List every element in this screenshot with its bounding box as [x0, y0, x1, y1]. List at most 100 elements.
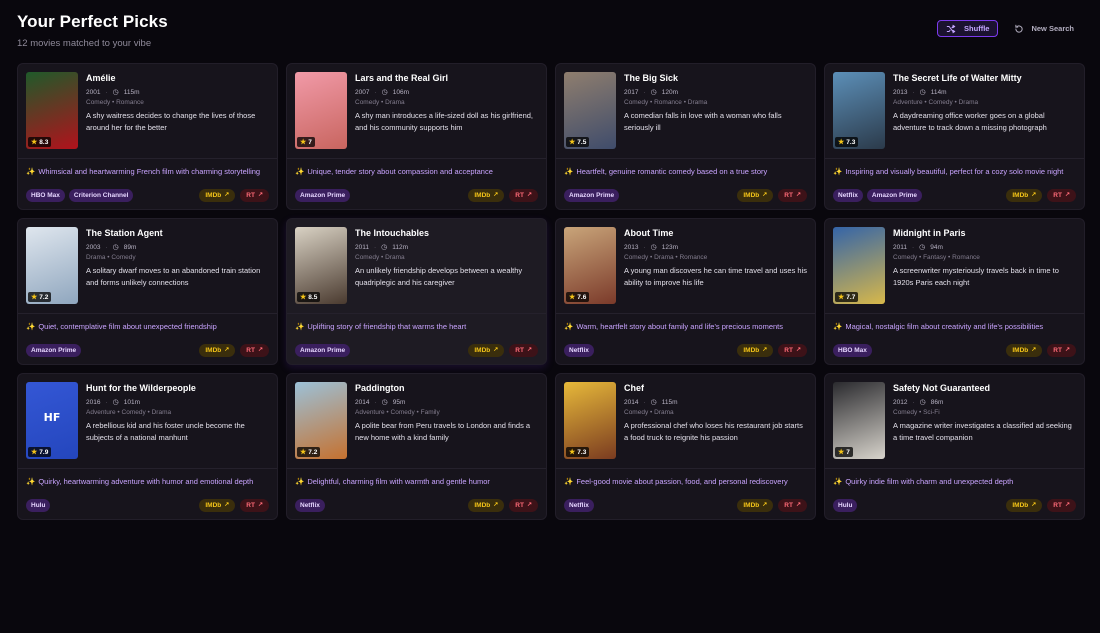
- sparkle-icon: ✨: [833, 322, 843, 331]
- platform-chips: Amazon Prime: [564, 189, 620, 202]
- movie-poster[interactable]: ★ 7.5: [564, 72, 616, 149]
- rt-link[interactable]: RT ↗: [240, 189, 269, 202]
- rt-link[interactable]: RT ↗: [1047, 344, 1076, 357]
- movie-poster[interactable]: ★ 7.7: [833, 227, 885, 304]
- star-icon: ★: [300, 139, 307, 146]
- imdb-link[interactable]: IMDb ↗: [1006, 189, 1043, 202]
- imdb-link[interactable]: IMDb ↗: [199, 499, 236, 512]
- imdb-link[interactable]: IMDb ↗: [468, 499, 505, 512]
- vibe-note: ✨ Warm, heartfelt story about family and …: [564, 322, 809, 331]
- platform-chip[interactable]: Netflix: [564, 344, 594, 357]
- shuffle-button[interactable]: Shuffle: [937, 20, 999, 37]
- platform-chip[interactable]: Amazon Prime: [866, 189, 923, 202]
- movie-year: 2012: [893, 398, 908, 406]
- star-icon: ★: [31, 139, 38, 146]
- rt-link[interactable]: RT ↗: [509, 189, 538, 202]
- imdb-link[interactable]: IMDb ↗: [468, 344, 505, 357]
- rt-link[interactable]: RT ↗: [778, 344, 807, 357]
- imdb-link[interactable]: IMDb ↗: [1006, 344, 1043, 357]
- movie-genres: Comedy • Fantasy • Romance: [893, 254, 980, 261]
- platform-chip[interactable]: Amazon Prime: [564, 189, 620, 202]
- movie-meta: 2012 · ◷ 86m: [893, 398, 1076, 407]
- rating-value: 7.3: [577, 448, 587, 456]
- movie-runtime: 95m: [392, 398, 406, 406]
- movie-card[interactable]: ★ 7.7 Midnight in Paris 2011 · ◷ 94m Com…: [824, 218, 1085, 365]
- movie-poster[interactable]: ★ 7.3: [564, 382, 616, 459]
- movie-runtime: 123m: [661, 243, 679, 251]
- movie-description: A magazine writer investigates a classif…: [893, 421, 1072, 442]
- star-icon: ★: [31, 449, 38, 456]
- sparkle-icon: ✨: [295, 477, 305, 486]
- rating-badge: ★ 7.2: [28, 292, 52, 302]
- platform-chip[interactable]: HBO Max: [833, 344, 872, 357]
- platform-chip[interactable]: Hulu: [833, 499, 858, 512]
- platform-chip[interactable]: HBO Max: [26, 189, 65, 202]
- rt-link[interactable]: RT ↗: [778, 189, 807, 202]
- platform-chip[interactable]: Criterion Channel: [68, 189, 134, 202]
- movie-card[interactable]: ★ 7.6 About Time 2013 · ◷ 123m Comedy • …: [555, 218, 816, 365]
- movie-poster[interactable]: ★ 7.2: [26, 227, 78, 304]
- movie-card[interactable]: ★ 7 Safety Not Guaranteed 2012 · ◷ 86m C…: [824, 373, 1085, 520]
- platform-chip[interactable]: Netflix: [564, 499, 594, 512]
- rating-badge: ★ 7.3: [835, 137, 859, 147]
- rating-badge: ★ 8.3: [28, 137, 52, 147]
- movie-card[interactable]: ★ 8.5 The Intouchables 2011 · ◷ 112m Com…: [286, 218, 547, 365]
- imdb-label: IMDb: [474, 192, 491, 199]
- platform-chip[interactable]: Netflix: [833, 189, 863, 202]
- rt-link[interactable]: RT ↗: [778, 499, 807, 512]
- rating-value: 7.2: [308, 448, 318, 456]
- platform-chip[interactable]: Hulu: [26, 499, 51, 512]
- movie-card[interactable]: ★ 7.2 The Station Agent 2003 · ◷ 89m Dra…: [17, 218, 278, 365]
- movie-poster[interactable]: ★ 7.3: [833, 72, 885, 149]
- platform-chips: HBO Max: [833, 344, 872, 357]
- rt-label: RT: [784, 347, 793, 354]
- imdb-link[interactable]: IMDb ↗: [1006, 499, 1043, 512]
- imdb-link[interactable]: IMDb ↗: [737, 344, 774, 357]
- imdb-label: IMDb: [1012, 502, 1029, 509]
- platform-chip[interactable]: Amazon Prime: [26, 344, 82, 357]
- vibe-text: Magical, nostalgic film about creativity…: [845, 322, 1044, 331]
- card-divider: [287, 158, 546, 159]
- movie-title: Paddington: [355, 383, 405, 393]
- external-links: IMDb ↗ RT ↗: [1006, 499, 1076, 512]
- vibe-text: Quiet, contemplative film about unexpect…: [38, 322, 217, 331]
- movie-poster[interactable]: HF ★ 7.9: [26, 382, 78, 459]
- new-search-button[interactable]: New Search: [1008, 20, 1080, 37]
- external-link-icon: ↗: [1064, 347, 1070, 353]
- platform-chip[interactable]: Netflix: [295, 499, 325, 512]
- rt-link[interactable]: RT ↗: [240, 499, 269, 512]
- imdb-link[interactable]: IMDb ↗: [737, 499, 774, 512]
- movie-poster[interactable]: ★ 7: [295, 72, 347, 149]
- movie-poster[interactable]: ★ 7.2: [295, 382, 347, 459]
- movie-poster[interactable]: ★ 7: [833, 382, 885, 459]
- rt-link[interactable]: RT ↗: [240, 344, 269, 357]
- rt-link[interactable]: RT ↗: [1047, 189, 1076, 202]
- movie-card[interactable]: ★ 7.3 The Secret Life of Walter Mitty 20…: [824, 63, 1085, 210]
- movie-card[interactable]: ★ 7 Lars and the Real Girl 2007 · ◷ 106m…: [286, 63, 547, 210]
- imdb-link[interactable]: IMDb ↗: [468, 189, 505, 202]
- imdb-link[interactable]: IMDb ↗: [737, 189, 774, 202]
- rt-link[interactable]: RT ↗: [509, 499, 538, 512]
- imdb-link[interactable]: IMDb ↗: [199, 189, 236, 202]
- clock-icon: ◷: [112, 399, 119, 406]
- movie-card[interactable]: ★ 8.3 Amélie 2001 · ◷ 115m Comedy • Roma…: [17, 63, 278, 210]
- movie-card[interactable]: ★ 7.5 The Big Sick 2017 · ◷ 120m Comedy …: [555, 63, 816, 210]
- platform-chip[interactable]: Amazon Prime: [295, 189, 351, 202]
- movie-poster[interactable]: ★ 8.5: [295, 227, 347, 304]
- rt-label: RT: [515, 192, 524, 199]
- movie-poster[interactable]: ★ 7.6: [564, 227, 616, 304]
- external-link-icon: ↗: [1031, 192, 1037, 198]
- rt-link[interactable]: RT ↗: [509, 344, 538, 357]
- movie-card[interactable]: ★ 7.3 Chef 2014 · ◷ 115m Comedy • Drama …: [555, 373, 816, 520]
- movie-genres: Drama • Comedy: [86, 254, 136, 261]
- imdb-link[interactable]: IMDb ↗: [199, 344, 236, 357]
- star-icon: ★: [569, 294, 576, 301]
- star-icon: ★: [300, 294, 307, 301]
- movie-poster[interactable]: ★ 8.3: [26, 72, 78, 149]
- movie-card[interactable]: HF ★ 7.9 Hunt for the Wilderpeople 2016 …: [17, 373, 278, 520]
- platform-chip[interactable]: Amazon Prime: [295, 344, 351, 357]
- movie-card[interactable]: ★ 7.2 Paddington 2014 · ◷ 95m Adventure …: [286, 373, 547, 520]
- external-link-icon: ↗: [526, 192, 532, 198]
- rt-link[interactable]: RT ↗: [1047, 499, 1076, 512]
- rating-badge: ★ 7: [297, 137, 315, 147]
